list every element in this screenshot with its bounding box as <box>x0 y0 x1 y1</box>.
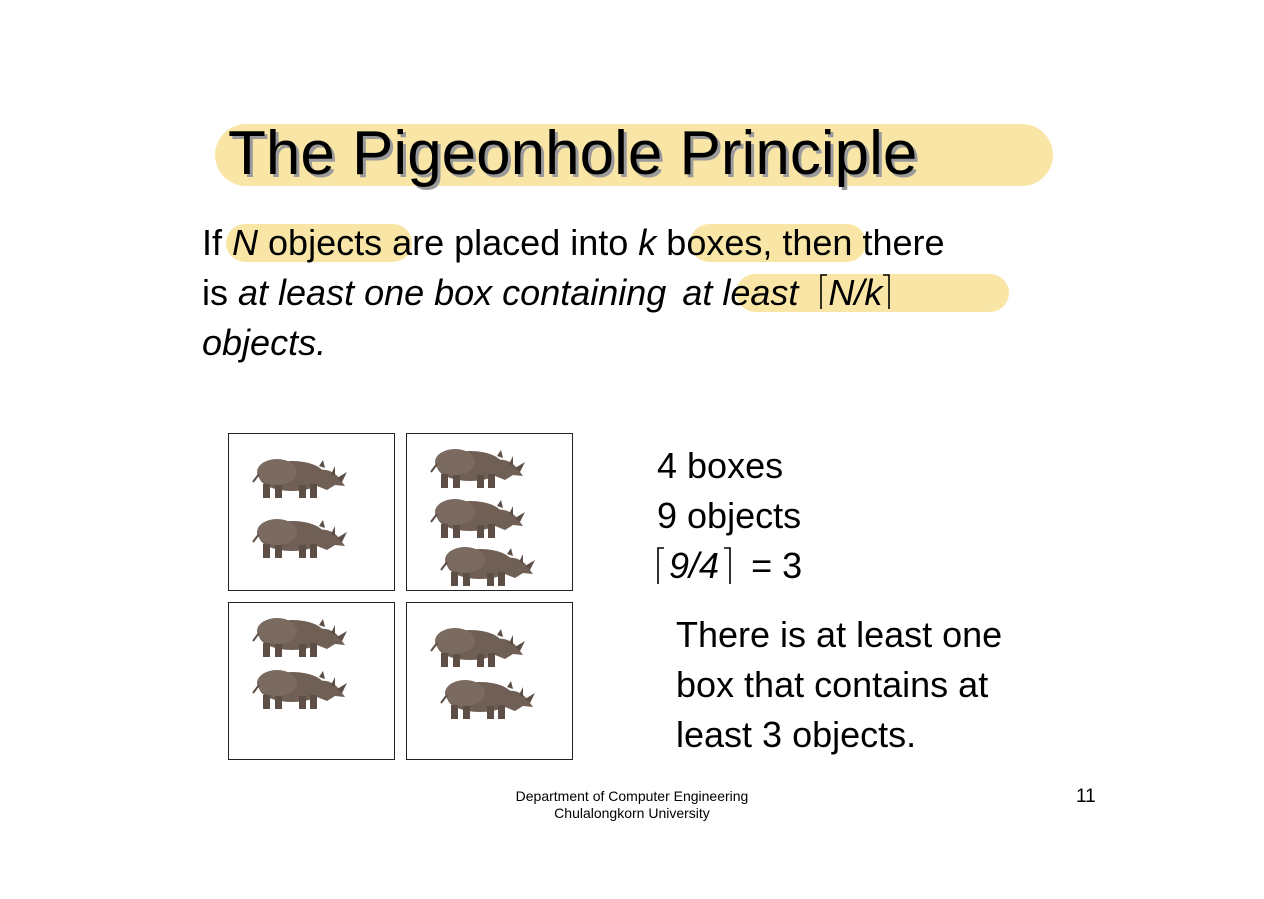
rhino-icon <box>430 627 525 668</box>
example-ceil-result: 9/4 = 3 <box>657 541 802 591</box>
conclusion-line-3: least 3 objects. <box>676 714 917 755</box>
def-text: are placed into <box>382 222 629 263</box>
def-var-n: N <box>232 222 259 263</box>
footer: Department of Computer Engineering Chula… <box>0 788 1264 822</box>
def-text: at least <box>682 272 799 313</box>
ceil-expression: 9/4 <box>669 545 720 586</box>
def-text: is <box>202 272 238 313</box>
right-ceil-bracket <box>883 274 891 309</box>
rhino-icon <box>252 458 347 499</box>
definition-line-1: If N objects are placed into k boxes, th… <box>202 218 945 268</box>
slide-title: The Pigeonhole Principle <box>228 119 918 188</box>
def-var-nk: N/k <box>828 272 883 313</box>
pigeonhole-box-1 <box>228 433 395 591</box>
rhino-icon <box>440 679 535 720</box>
rhino-icon <box>252 617 347 658</box>
pigeonhole-box-3 <box>228 602 395 760</box>
footer-department: Department of Computer Engineering <box>515 788 749 804</box>
right-ceil-bracket <box>724 547 731 584</box>
def-text: boxes, <box>656 222 773 263</box>
def-text: at least one box containing <box>238 272 667 313</box>
pigeonhole-box-2 <box>406 433 573 591</box>
conclusion-line-1: There is at least one <box>676 614 1003 655</box>
def-text: If <box>202 222 223 263</box>
def-text: objects <box>258 222 383 263</box>
example-objects: 9 objects <box>657 495 802 536</box>
definition-line-3: objects. <box>202 322 327 363</box>
rhino-icon <box>252 518 347 559</box>
left-ceil-bracket <box>820 274 828 309</box>
def-var-k: k <box>638 222 657 263</box>
page-number: 11 <box>1076 786 1096 807</box>
definition-line-2: is at least one box containing at least … <box>202 268 891 318</box>
ceil-n-over-k: N/k <box>820 268 891 318</box>
def-text: then there <box>772 222 945 263</box>
pigeonhole-box-4 <box>406 602 573 760</box>
ceil-result: = 3 <box>751 545 803 586</box>
rhino-icon <box>252 669 347 710</box>
rhino-icon <box>430 498 525 539</box>
ceil-9-over-4: 9/4 <box>657 541 731 591</box>
rhino-icon <box>440 546 535 587</box>
footer-university: Chulalongkorn University <box>554 805 710 821</box>
left-ceil-bracket <box>657 547 664 584</box>
conclusion-line-2: box that contains at <box>676 664 989 705</box>
rhino-icon <box>430 448 525 489</box>
example-boxes: 4 boxes <box>657 445 784 486</box>
